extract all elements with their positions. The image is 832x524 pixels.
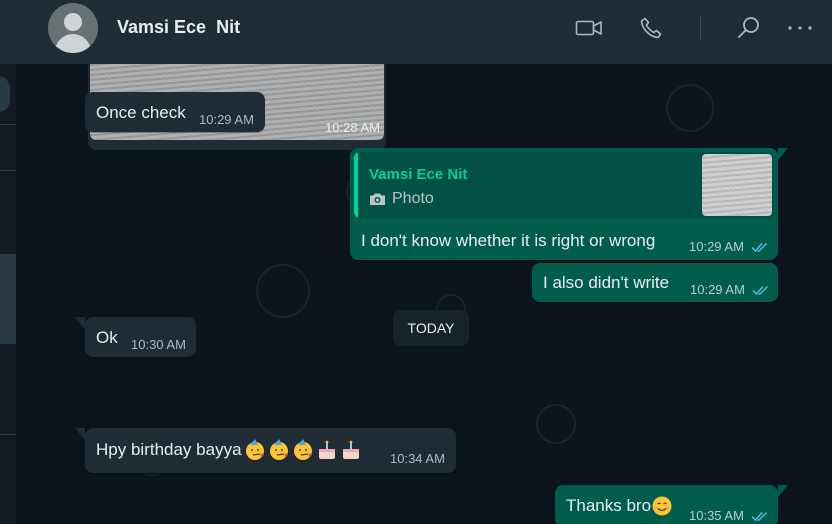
avatar-head-shape: [64, 13, 82, 31]
quoted-type: Photo: [369, 190, 434, 208]
birthday-cake-emoji: [342, 440, 359, 459]
message-text: Ok: [96, 328, 118, 347]
incoming-message[interactable]: Hpy birthday bayya 10:34 AM: [85, 428, 456, 473]
message-time: 10:28 AM: [325, 120, 380, 135]
bubble-tail: [75, 317, 85, 329]
chat-list-divider: [0, 124, 16, 125]
chat-list-scrollbar[interactable]: [0, 254, 16, 344]
chat-list-pill: [0, 76, 10, 112]
avatar-body-shape: [55, 34, 91, 53]
message-time: 10:29 AM: [199, 112, 254, 127]
bubble-tail: [778, 485, 788, 497]
read-receipt-icon: [751, 242, 768, 253]
chat-list-divider: [0, 434, 16, 435]
outgoing-message[interactable]: Thanks bro 10:35 AM: [555, 485, 778, 524]
party-face-emoji: [269, 439, 288, 460]
search-icon[interactable]: [735, 14, 763, 42]
quoted-author: Vamsi Ece Nit: [369, 166, 468, 183]
quoted-photo-thumbnail: [702, 154, 772, 216]
message-text: Thanks bro: [566, 496, 652, 515]
incoming-message[interactable]: Ok 10:30 AM: [85, 317, 196, 357]
camera-icon: [370, 193, 385, 205]
wallpaper-doodle: [666, 84, 714, 132]
quote-accent-bar: [354, 152, 358, 218]
message-text: I also didn't write: [543, 273, 670, 292]
chat-list-divider: [0, 170, 16, 171]
quoted-type-label: Photo: [392, 190, 434, 207]
wallpaper-doodle: [536, 404, 576, 444]
message-time: 10:29 AM: [689, 239, 744, 254]
message-text: I don't know whether it is right or wron…: [361, 231, 656, 250]
outgoing-message[interactable]: I also didn't write 10:29 AM: [532, 263, 778, 302]
wallpaper-doodle: [256, 264, 310, 318]
contact-avatar[interactable]: [48, 3, 98, 53]
read-receipt-icon: [752, 285, 769, 296]
smiling-face-emoji: [652, 496, 672, 516]
bubble-tail: [778, 148, 788, 160]
message-time: 10:29 AM: [690, 282, 745, 297]
message-text: Hpy birthday bayya: [96, 440, 242, 459]
message-time: 10:30 AM: [131, 337, 186, 352]
message-time: 10:35 AM: [689, 508, 744, 523]
incoming-message[interactable]: Once check 10:29 AM: [85, 92, 265, 132]
more-options-icon[interactable]: [786, 14, 814, 42]
conversation-panel[interactable]: 10:28 AM Once check 10:29 AM Vamsi Ece N…: [16, 64, 832, 524]
party-face-emoji: [293, 439, 312, 460]
bubble-tail: [75, 428, 85, 440]
outgoing-reply-message[interactable]: Vamsi Ece Nit Photo I don't know whether…: [350, 148, 778, 260]
birthday-cake-emoji: [318, 440, 335, 459]
quoted-message[interactable]: Vamsi Ece Nit Photo: [354, 152, 774, 218]
read-receipt-icon: [751, 511, 768, 522]
contact-name[interactable]: Vamsi Ece Nit: [117, 17, 240, 38]
video-call-icon[interactable]: [575, 14, 603, 42]
message-text-row: Hpy birthday bayya: [96, 439, 362, 461]
message-text-row: Thanks bro: [566, 495, 673, 517]
message-time: 10:34 AM: [390, 451, 445, 466]
message-text: Once check: [96, 103, 186, 122]
chat-header: Vamsi Ece Nit: [0, 0, 832, 64]
chat-list-edge: [0, 64, 16, 524]
header-divider: [700, 16, 701, 40]
date-separator: TODAY: [393, 310, 469, 346]
party-face-emoji: [245, 439, 264, 460]
voice-call-icon[interactable]: [637, 14, 665, 42]
